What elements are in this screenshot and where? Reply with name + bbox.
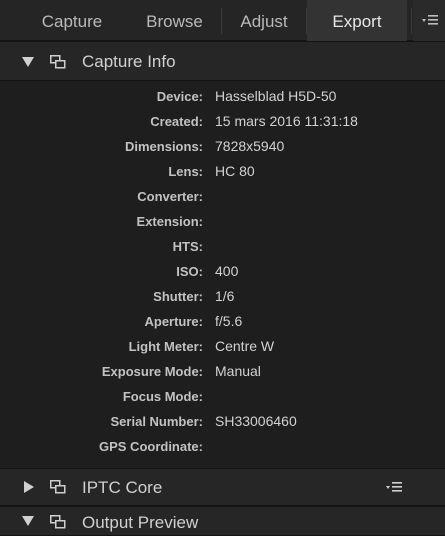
disclosure-triangle-icon[interactable] <box>22 516 34 526</box>
field-label: ISO: <box>176 264 203 279</box>
tab-menu-button[interactable] <box>413 0 445 41</box>
section-title: Capture Info <box>82 52 176 71</box>
tab-export[interactable]: Export <box>307 0 407 41</box>
section-header-capture-info[interactable]: Capture Info <box>0 41 445 81</box>
field-label: HTS: <box>172 239 203 254</box>
tool-tab-bar: Capture Browse Adjust Export <box>0 0 445 41</box>
info-row-dimensions: Dimensions: 7828x5940 <box>0 138 445 163</box>
tab-adjust[interactable]: Adjust <box>222 0 306 41</box>
tab-browse[interactable]: Browse <box>128 0 221 41</box>
field-value: f/5.6 <box>215 313 243 329</box>
list-menu-icon <box>422 15 438 25</box>
tab-divider <box>221 8 222 34</box>
info-row-hts: HTS: <box>0 239 445 263</box>
info-row-gps-coordinate: GPS Coordinate: <box>0 439 445 463</box>
field-label: GPS Coordinate: <box>98 439 203 454</box>
section-title: Output Preview <box>82 513 199 532</box>
field-value: 15 mars 2016 11:31:18 <box>215 113 358 129</box>
copy-icon <box>50 480 66 494</box>
section-header-iptc-core[interactable]: IPTC Core <box>0 468 445 506</box>
field-value: Centre W <box>215 338 275 354</box>
field-value: 400 <box>215 263 239 279</box>
info-row-shutter: Shutter: 1/6 <box>0 288 445 313</box>
field-label: Light Meter: <box>128 339 203 354</box>
info-row-light-meter: Light Meter: Centre W <box>0 338 445 363</box>
field-label: Dimensions: <box>124 139 203 154</box>
info-row-focus-mode: Focus Mode: <box>0 389 445 413</box>
info-row-extension: Extension: <box>0 214 445 238</box>
field-label: Exposure Mode: <box>101 364 203 379</box>
info-row-serial-number: Serial Number: SH33006460 <box>0 413 445 438</box>
field-value: SH33006460 <box>215 413 297 429</box>
info-row-lens: Lens: HC 80 <box>0 163 445 188</box>
field-label: Focus Mode: <box>122 389 203 404</box>
section-header-output-preview[interactable]: Output Preview <box>0 506 445 536</box>
capture-info-panel: Device: Hasselblad H5D-50 Created: 15 ma… <box>0 82 445 468</box>
tab-divider <box>306 8 307 34</box>
section-title: IPTC Core <box>82 478 163 497</box>
field-label: Aperture: <box>144 314 203 329</box>
field-label: Device: <box>156 89 203 104</box>
field-label: Shutter: <box>153 289 203 304</box>
field-label: Lens: <box>168 164 203 179</box>
info-row-iso: ISO: 400 <box>0 263 445 288</box>
field-label: Extension: <box>136 214 203 229</box>
field-value: Manual <box>215 363 261 379</box>
disclosure-triangle-icon[interactable] <box>24 481 34 493</box>
info-row-converter: Converter: <box>0 189 445 213</box>
field-label: Created: <box>150 114 203 129</box>
tab-capture[interactable]: Capture <box>22 0 122 41</box>
field-label: Converter: <box>137 189 203 204</box>
copy-icon <box>50 515 66 529</box>
info-row-created: Created: 15 mars 2016 11:31:18 <box>0 113 445 138</box>
info-row-exposure-mode: Exposure Mode: Manual <box>0 363 445 388</box>
field-value: HC 80 <box>215 163 255 179</box>
field-value: Hasselblad H5D-50 <box>215 88 337 104</box>
field-value: 1/6 <box>215 288 235 304</box>
disclosure-triangle-icon[interactable] <box>22 57 34 67</box>
info-row-aperture: Aperture: f/5.6 <box>0 313 445 338</box>
copy-icon <box>50 55 66 69</box>
field-value: 7828x5940 <box>215 138 285 154</box>
field-label: Serial Number: <box>110 414 203 429</box>
tab-divider <box>411 8 412 34</box>
info-row-device: Device: Hasselblad H5D-50 <box>0 88 445 113</box>
list-menu-icon[interactable] <box>386 480 404 494</box>
